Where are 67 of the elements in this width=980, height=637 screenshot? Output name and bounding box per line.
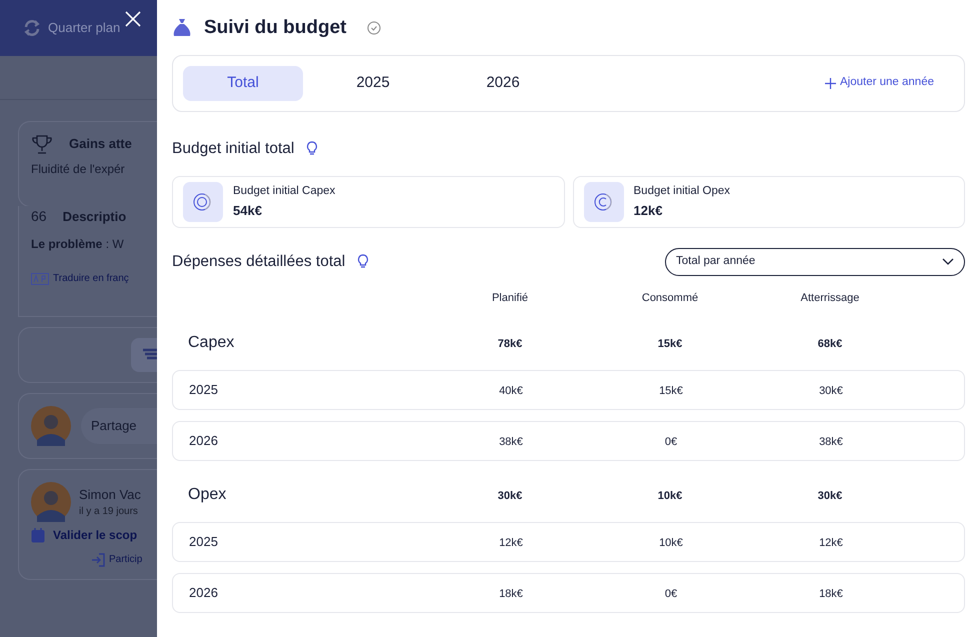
budget-label: Budget initial Opex	[634, 184, 730, 200]
money-bag-icon	[172, 18, 192, 38]
refresh-icon	[22, 18, 42, 38]
table-cell: 30k€	[818, 490, 842, 502]
table-cell: 38k€	[819, 436, 843, 448]
avatar-icon	[31, 482, 71, 522]
period-select[interactable]: Total par année	[665, 248, 965, 276]
budget-value: 12k€	[634, 202, 664, 220]
close-icon[interactable]	[124, 10, 142, 28]
table-cell: 0€	[664, 588, 678, 600]
row-label: 2025	[189, 382, 218, 398]
table-cell: 78k€	[498, 338, 522, 350]
table-cell: 38k€	[499, 436, 523, 448]
section-heading: Descriptio	[62, 208, 126, 226]
table-cell: 10k€	[658, 490, 682, 502]
budget-value: 54k€	[233, 202, 263, 220]
lightbulb-icon	[306, 140, 318, 156]
table-cell: 40k€	[499, 385, 523, 398]
chevron-down-icon	[942, 258, 954, 266]
table-cell: 12k€	[499, 537, 523, 550]
row-label: Capex	[188, 334, 234, 352]
comment-time: il y a 19 jours	[79, 505, 139, 520]
task-link[interactable]: Valider le scop	[53, 526, 138, 544]
participate-link[interactable]: Particip	[109, 552, 142, 567]
year-tab[interactable]: 2025	[313, 66, 433, 100]
translate-icon	[31, 272, 49, 284]
calendar-icon	[31, 528, 45, 542]
table-cell: 0€	[664, 436, 678, 448]
table-cell: 12k€	[819, 537, 843, 550]
row-label: Opex	[188, 486, 226, 504]
table-cell: 30k€	[498, 490, 522, 502]
year-tab[interactable]: 2026	[443, 66, 563, 100]
panel-title: Suivi du budget	[204, 16, 346, 40]
table-cell: 15k€	[659, 385, 683, 398]
page-title: Quarter plan	[48, 19, 120, 38]
translate-link[interactable]: Traduire en franç	[53, 271, 129, 286]
year-tab[interactable]: Total	[183, 66, 303, 100]
section-heading: Gains atte	[69, 135, 132, 154]
quote-mark: 66	[31, 207, 47, 226]
coin-icon	[594, 192, 614, 212]
budget-label: Budget initial Capex	[233, 184, 336, 200]
trophy-icon	[31, 134, 53, 154]
row-label: 2025	[189, 534, 218, 550]
section-text: Le problème : W	[31, 236, 125, 253]
table-cell: 30k€	[819, 385, 843, 398]
column-header: Atterrissage	[800, 292, 860, 304]
share-field[interactable]: Partage	[81, 408, 157, 444]
section-heading: Dépenses détaillées total	[172, 252, 346, 272]
table-cell: 68k€	[818, 338, 842, 350]
avatar-icon	[31, 406, 71, 446]
table-cell: 18k€	[499, 588, 523, 600]
row-label: 2026	[189, 585, 218, 600]
row-label: 2026	[189, 433, 218, 448]
add-year-button[interactable]: Ajouter une année	[819, 73, 940, 93]
plus-icon	[825, 78, 836, 88]
comment-author: Simon Vac	[79, 486, 141, 504]
filter-icon	[143, 348, 157, 362]
lightbulb-icon	[357, 254, 370, 270]
table-cell: 15k€	[658, 338, 682, 350]
section-heading: Budget initial total	[172, 138, 294, 158]
table-cell: 18k€	[819, 588, 843, 600]
section-text: Fluidité de l'expér	[31, 161, 126, 178]
table-cell: 10k€	[659, 537, 683, 550]
enter-icon	[91, 552, 105, 566]
coin-icon	[193, 192, 213, 212]
column-header: Planifié	[492, 292, 528, 304]
column-header: Consommé	[642, 292, 698, 304]
